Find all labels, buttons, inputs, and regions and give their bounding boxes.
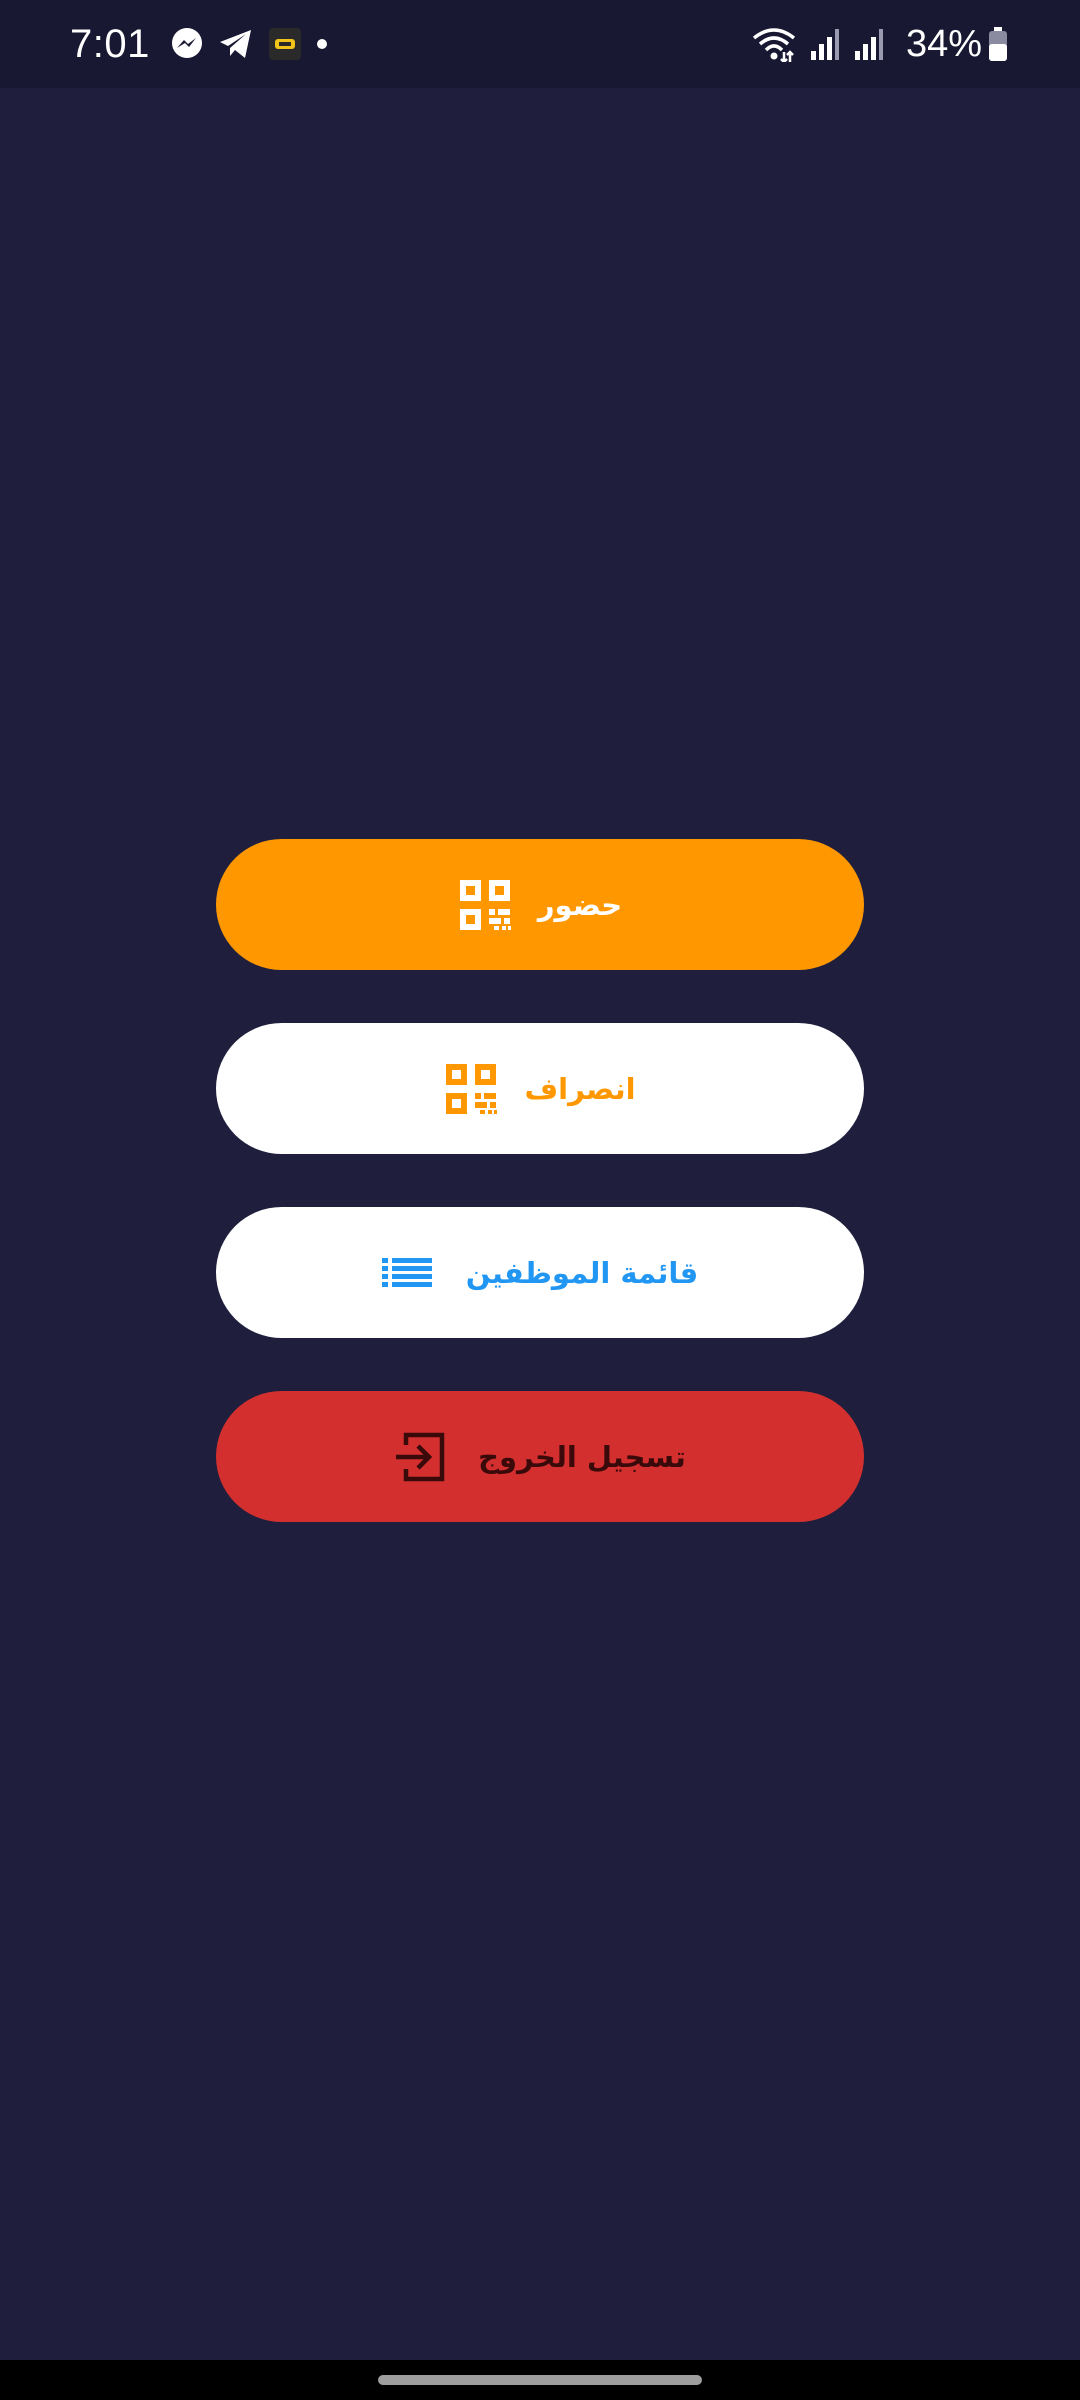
departure-button[interactable]: انصراف <box>216 1023 864 1154</box>
messenger-icon <box>170 27 204 61</box>
logout-label: تسجيل الخروج <box>478 1439 686 1474</box>
qr-code-icon <box>444 1062 498 1116</box>
list-icon <box>381 1257 432 1289</box>
battery-icon <box>988 26 1008 62</box>
attendance-button[interactable]: حضور <box>216 839 864 970</box>
status-left: 7:01 <box>70 22 342 67</box>
app-notification-icon <box>268 27 302 61</box>
home-gesture-handle[interactable] <box>378 2375 702 2385</box>
action-menu: حضور انصراف قائمة الموظفين تسجيل الخروج <box>216 839 864 1522</box>
logout-icon <box>394 1431 446 1483</box>
clock: 7:01 <box>70 21 150 66</box>
employee-list-button[interactable]: قائمة الموظفين <box>216 1207 864 1338</box>
employee-list-label: قائمة الموظفين <box>465 1255 699 1290</box>
signal-icon <box>810 27 840 61</box>
dot-icon <box>316 38 328 50</box>
battery-percentage: 34% <box>905 22 982 65</box>
qr-code-icon <box>458 878 512 932</box>
telegram-icon <box>218 28 254 60</box>
attendance-label: حضور <box>537 887 623 922</box>
status-bar: 7:01 34% <box>0 0 1080 88</box>
navigation-bar <box>0 2360 1080 2400</box>
app-screen: 7:01 34% حضور انصراف قائمة الموظفين تسجي… <box>0 0 1080 2400</box>
departure-label: انصراف <box>524 1071 636 1106</box>
wifi-icon <box>752 26 796 62</box>
status-right: 34% <box>752 23 1022 66</box>
logout-button[interactable]: تسجيل الخروج <box>216 1391 864 1522</box>
signal-icon <box>854 27 884 61</box>
